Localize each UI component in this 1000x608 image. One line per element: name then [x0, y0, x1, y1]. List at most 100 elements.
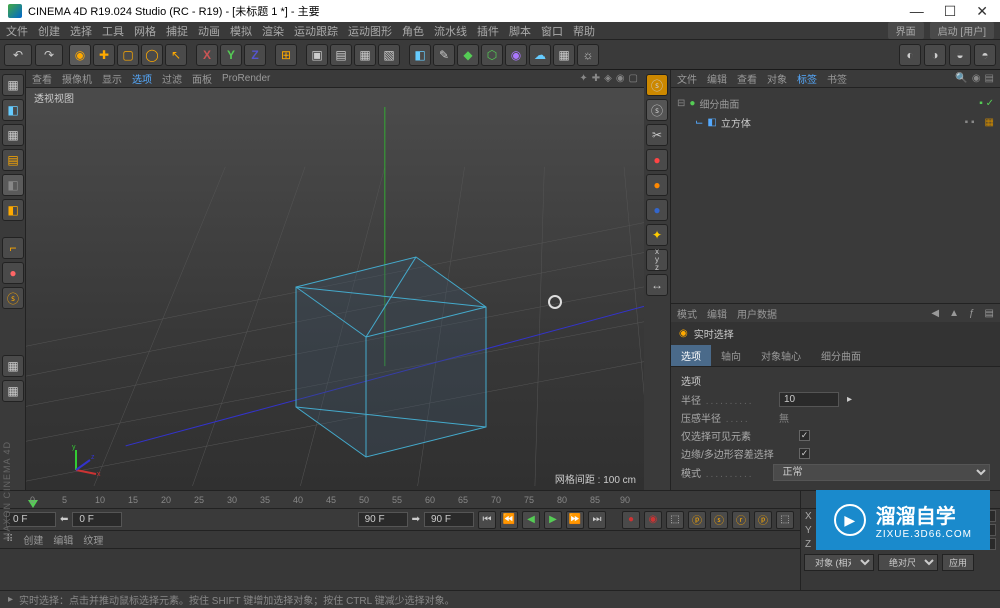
arrow-icon[interactable]: ↔	[646, 274, 668, 296]
goto-start[interactable]: ⏮	[478, 511, 496, 529]
menu-script[interactable]: 脚本	[509, 23, 531, 39]
minimize-button[interactable]: —	[906, 3, 928, 20]
obj-tab-object[interactable]: 对象	[767, 71, 787, 86]
viewport-3d[interactable]: y x z 网格间距 : 100 cm	[26, 107, 644, 490]
extrude-icon[interactable]: ●	[646, 149, 668, 171]
menu-mograph[interactable]: 运动图形	[348, 23, 392, 39]
key-pos[interactable]: ⓟ	[688, 511, 706, 529]
tree-item-subdiv[interactable]: ⊟ ● 细分曲面 ▪ ✓	[677, 94, 994, 113]
menu-file[interactable]: 文件	[6, 23, 28, 39]
render-pv[interactable]: ▦	[354, 44, 376, 66]
menu-select[interactable]: 选择	[70, 23, 92, 39]
render-view[interactable]: ▣	[306, 44, 328, 66]
layout-selector[interactable]: 启动 [用户]	[930, 22, 994, 39]
uv-mode[interactable]: ▤	[2, 149, 24, 171]
vp-max-icon[interactable]: ▢	[629, 73, 638, 84]
obj-tab-view[interactable]: 查看	[737, 71, 757, 86]
obj-tab-bookmarks[interactable]: 书签	[827, 71, 847, 86]
frame-end-input[interactable]	[424, 512, 474, 527]
mat-tab-texture[interactable]: 纹理	[83, 532, 103, 547]
snap-toggle[interactable]: ▦	[2, 355, 24, 377]
pen-tool[interactable]: ✎	[433, 44, 455, 66]
menu-tools[interactable]: 工具	[102, 23, 124, 39]
vp-tab-display[interactable]: 显示	[102, 71, 122, 86]
cube-primitive[interactable]: ◧	[409, 44, 431, 66]
key-param[interactable]: ⓟ	[754, 511, 772, 529]
attr-tab-mode[interactable]: 模式	[677, 306, 697, 321]
menu-snap[interactable]: 捕捉	[166, 23, 188, 39]
menu-render[interactable]: 渲染	[262, 23, 284, 39]
cube-object[interactable]	[286, 247, 506, 467]
subtab-objaxis[interactable]: 对象轴心	[751, 345, 811, 366]
menu-character[interactable]: 角色	[402, 23, 424, 39]
generator-tool[interactable]: ⬡	[481, 44, 503, 66]
goto-prev-key[interactable]: ⏪	[500, 511, 518, 529]
edge-poly-checkbox[interactable]: ✓	[799, 448, 810, 459]
model-mode[interactable]: ◧	[2, 99, 24, 121]
mat-tab-create[interactable]: 创建	[23, 532, 43, 547]
vp-tab-options[interactable]: 选项	[132, 71, 152, 86]
key-sel[interactable]: ⬚	[666, 511, 684, 529]
light-tool[interactable]: ☼	[577, 44, 599, 66]
render-settings[interactable]: ▧	[378, 44, 400, 66]
render-region[interactable]: ▤	[330, 44, 352, 66]
frame-prev-end-input[interactable]	[358, 512, 408, 527]
material-area[interactable]	[0, 549, 800, 589]
timeline-ruler[interactable]: 0 5 10 15 20 25 30 35 40 45 50 55 60 65 …	[0, 491, 800, 509]
subtab-subdiv[interactable]: 细分曲面	[811, 345, 871, 366]
play-back[interactable]: ◀	[522, 511, 540, 529]
radius-input[interactable]	[779, 392, 839, 407]
bevel-icon[interactable]: ●	[646, 174, 668, 196]
live-select-tool[interactable]: ◉	[69, 44, 91, 66]
tree-item-cube[interactable]: ⌙ ◧ 立方体 ▪ ▪ ▦	[677, 113, 994, 132]
only-visible-checkbox[interactable]: ✓	[799, 430, 810, 441]
tweak-mode[interactable]: ●	[2, 262, 24, 284]
scale-tool[interactable]: ▢	[117, 44, 139, 66]
coord-size-mode[interactable]: 绝对尺寸	[878, 554, 938, 571]
coord-system[interactable]: ⊞	[275, 44, 297, 66]
deformer-tool[interactable]: ◉	[505, 44, 527, 66]
range-end-icon[interactable]: ➡	[412, 514, 420, 525]
play-forward[interactable]: ▶	[544, 511, 562, 529]
frame-start-input[interactable]	[6, 512, 56, 527]
radius-spinner[interactable]: ▸	[847, 394, 852, 405]
edge-mode[interactable]: ◧	[2, 199, 24, 221]
bridge-icon[interactable]: ●	[646, 199, 668, 221]
menu-window[interactable]: 窗口	[541, 23, 563, 39]
mode-select[interactable]: 正常	[773, 464, 990, 481]
menu-animate[interactable]: 动画	[198, 23, 220, 39]
search-icon[interactable]: 🔍	[955, 73, 967, 84]
vp-nav-icon[interactable]: ✦	[579, 73, 587, 84]
close-button[interactable]: ✕	[972, 3, 992, 20]
content-browser-1[interactable]: ◐	[899, 44, 921, 66]
layout-label[interactable]: 界面	[888, 22, 924, 39]
attr-func-icon[interactable]: ƒ	[969, 308, 975, 319]
attr-tab-edit[interactable]: 编辑	[707, 306, 727, 321]
content-browser-2[interactable]: ◑	[924, 44, 946, 66]
content-browser-4[interactable]: ◓	[974, 44, 996, 66]
key-pla[interactable]: ⬚	[776, 511, 794, 529]
eye-icon[interactable]: ◉	[972, 73, 981, 84]
environment-tool[interactable]: ☁	[529, 44, 551, 66]
attr-tab-userdata[interactable]: 用户数据	[737, 306, 777, 321]
redo-button[interactable]: ↷	[35, 44, 63, 66]
menu-motion-track[interactable]: 运动跟踪	[294, 23, 338, 39]
goto-end[interactable]: ⏭	[588, 511, 606, 529]
menu-plugins[interactable]: 插件	[477, 23, 499, 39]
menu-mesh[interactable]: 网格	[134, 23, 156, 39]
menu-simulate[interactable]: 模拟	[230, 23, 252, 39]
vp-tab-view[interactable]: 查看	[32, 71, 52, 86]
coord-apply[interactable]: 应用	[942, 554, 974, 571]
workplane[interactable]: ▦	[2, 380, 24, 402]
point-mode[interactable]: ◧	[2, 174, 24, 196]
subtab-options[interactable]: 选项	[671, 345, 711, 366]
knife-icon[interactable]: ✂	[646, 124, 668, 146]
axis-y-lock[interactable]: Y	[220, 44, 242, 66]
camera-tool[interactable]: ▦	[553, 44, 575, 66]
obj-tab-tags[interactable]: 标签	[797, 71, 817, 86]
recent-tool[interactable]: ↖	[165, 44, 187, 66]
menu-pipeline[interactable]: 流水线	[434, 23, 467, 39]
menu-help[interactable]: 帮助	[573, 23, 595, 39]
obj-tab-file[interactable]: 文件	[677, 71, 697, 86]
vp-move-icon[interactable]: ✚	[592, 73, 600, 84]
